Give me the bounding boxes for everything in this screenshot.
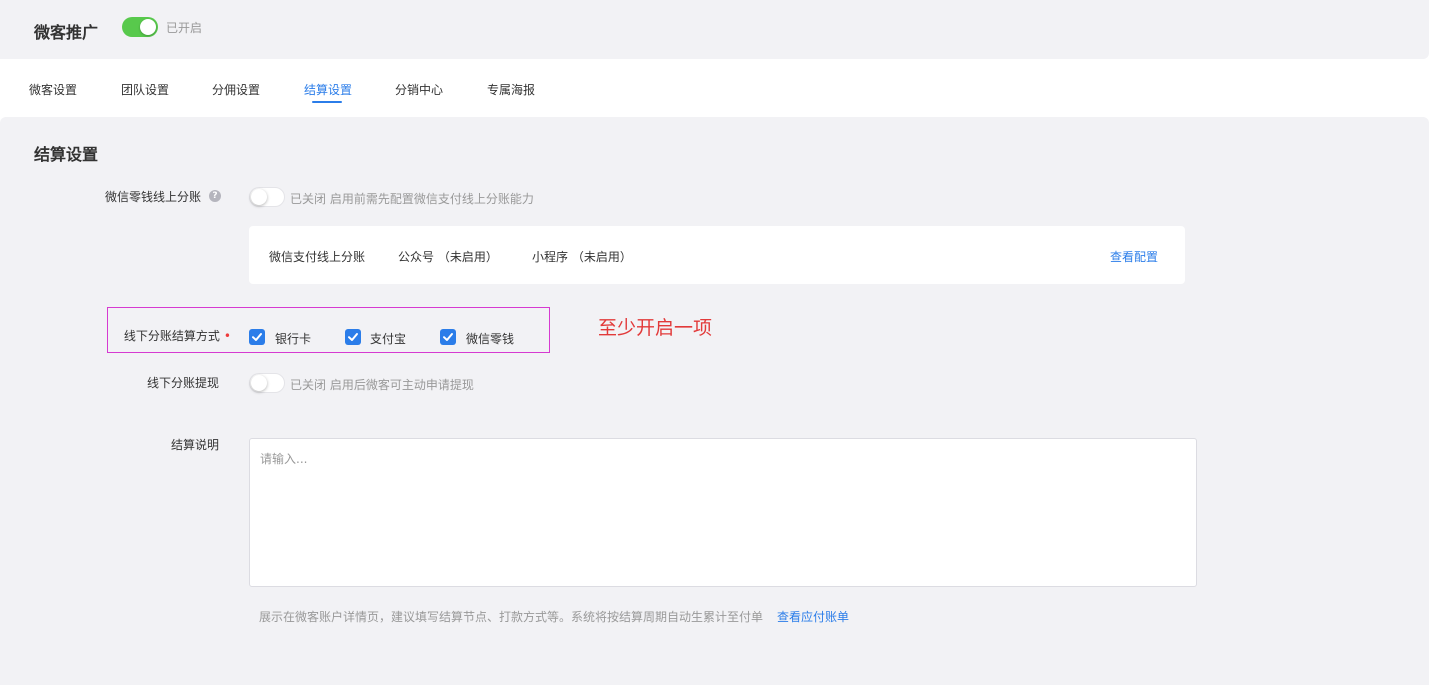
annotation-text: 至少开启一项 bbox=[598, 317, 713, 339]
check-icon bbox=[252, 333, 262, 341]
bank-card-checkbox[interactable] bbox=[249, 329, 265, 345]
settlement-panel: 结算设置 微信零钱线上分账 ? 已关闭 启用前需先配置微信支付线上分账能力 微信… bbox=[0, 117, 1429, 685]
toggle-knob bbox=[140, 19, 156, 35]
offline-method-label: 线下分账结算方式 • bbox=[123, 329, 231, 343]
toggle-knob bbox=[251, 375, 267, 391]
header-bar: 微客推广 已开启 bbox=[0, 0, 1429, 59]
active-tab-indicator bbox=[312, 101, 342, 103]
wechat-split-label: 微信零钱线上分账 bbox=[104, 190, 201, 204]
wechat-pay-split-card: 微信支付线上分账 公众号 （未启用） 小程序 （未启用） 查看配置 bbox=[249, 226, 1185, 284]
tab-exclusive-poster[interactable]: 专属海报 bbox=[487, 81, 535, 98]
alipay-checkbox[interactable] bbox=[345, 329, 361, 345]
toggle-knob bbox=[251, 189, 267, 205]
bank-card-label: 银行卡 bbox=[275, 332, 312, 346]
alipay-label: 支付宝 bbox=[370, 332, 407, 346]
view-config-link[interactable]: 查看配置 bbox=[1110, 248, 1158, 265]
mini-program-status: 小程序 （未启用） bbox=[532, 250, 632, 264]
tab-distribution-center[interactable]: 分销中心 bbox=[395, 81, 443, 98]
page-title: 微客推广 bbox=[34, 23, 99, 42]
offline-withdraw-status: 已关闭 启用后微客可主动申请提现 bbox=[290, 378, 474, 392]
wechat-split-toggle[interactable] bbox=[249, 187, 285, 207]
offline-withdraw-label: 线下分账提现 bbox=[146, 376, 219, 390]
promotion-toggle[interactable] bbox=[122, 17, 158, 37]
tab-weike-settings[interactable]: 微客设置 bbox=[29, 81, 77, 98]
wechat-change-checkbox[interactable] bbox=[440, 329, 456, 345]
section-title: 结算设置 bbox=[34, 145, 99, 164]
check-icon bbox=[443, 333, 453, 341]
pay-card-title: 微信支付线上分账 bbox=[269, 250, 366, 264]
tab-team-settings[interactable]: 团队设置 bbox=[121, 81, 169, 98]
tab-commission-settings[interactable]: 分佣设置 bbox=[212, 81, 260, 98]
official-account-status: 公众号 （未启用） bbox=[398, 250, 498, 264]
promotion-status: 已开启 bbox=[166, 21, 203, 35]
tab-settlement-settings[interactable]: 结算设置 bbox=[304, 81, 352, 98]
wechat-split-status: 已关闭 启用前需先配置微信支付线上分账能力 bbox=[290, 192, 534, 206]
view-payable-bill-link[interactable]: 查看应付账单 bbox=[777, 608, 849, 625]
offline-withdraw-toggle[interactable] bbox=[249, 373, 285, 393]
required-mark: • bbox=[223, 329, 231, 343]
settlement-description-hint: 展示在微客账户详情页，建议填写结算节点、打款方式等。系统将按结算周期自动生累计至… bbox=[259, 610, 764, 624]
tab-bar: 微客设置 团队设置 分佣设置 结算设置 分销中心 专属海报 bbox=[0, 59, 1429, 117]
question-circle-icon[interactable]: ? bbox=[209, 190, 221, 202]
wechat-change-label: 微信零钱 bbox=[466, 332, 515, 346]
settlement-description-label: 结算说明 bbox=[170, 438, 219, 452]
check-icon bbox=[348, 333, 358, 341]
settlement-description-input[interactable] bbox=[249, 438, 1197, 587]
